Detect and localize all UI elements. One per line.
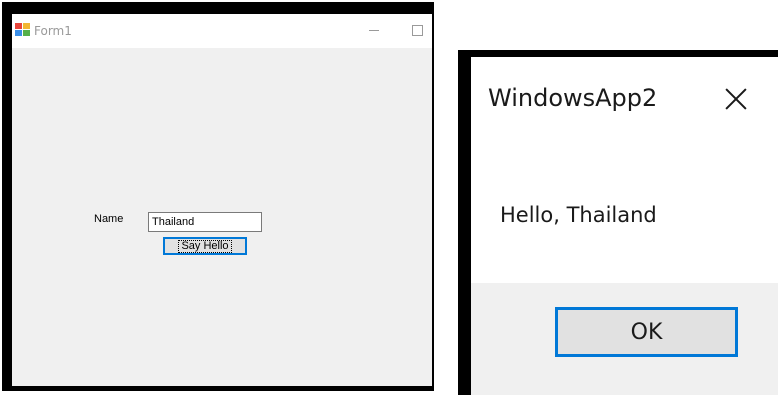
- messagebox-footer: OK: [471, 283, 778, 395]
- messagebox-frame: WindowsApp2 Hello, Thailand OK: [458, 50, 778, 395]
- form1-window: Form1 Name Say Hello: [12, 14, 432, 386]
- say-hello-button-label: Say Hello: [178, 240, 232, 253]
- form1-title: Form1: [34, 24, 72, 38]
- minimize-icon[interactable]: [363, 20, 387, 40]
- say-hello-button[interactable]: Say Hello: [163, 237, 247, 255]
- messagebox-message: Hello, Thailand: [500, 203, 657, 227]
- name-input[interactable]: [148, 212, 262, 232]
- messagebox-title: WindowsApp2: [488, 84, 658, 112]
- windows-form-icon: [15, 23, 31, 37]
- name-label: Name: [94, 213, 124, 225]
- form1-frame: Form1 Name Say Hello: [2, 2, 434, 391]
- messagebox-window: WindowsApp2 Hello, Thailand OK: [471, 57, 778, 395]
- ok-button[interactable]: OK: [555, 307, 738, 357]
- form1-titlebar[interactable]: Form1: [12, 14, 432, 48]
- maximize-icon[interactable]: [406, 20, 430, 40]
- close-icon[interactable]: [722, 85, 750, 113]
